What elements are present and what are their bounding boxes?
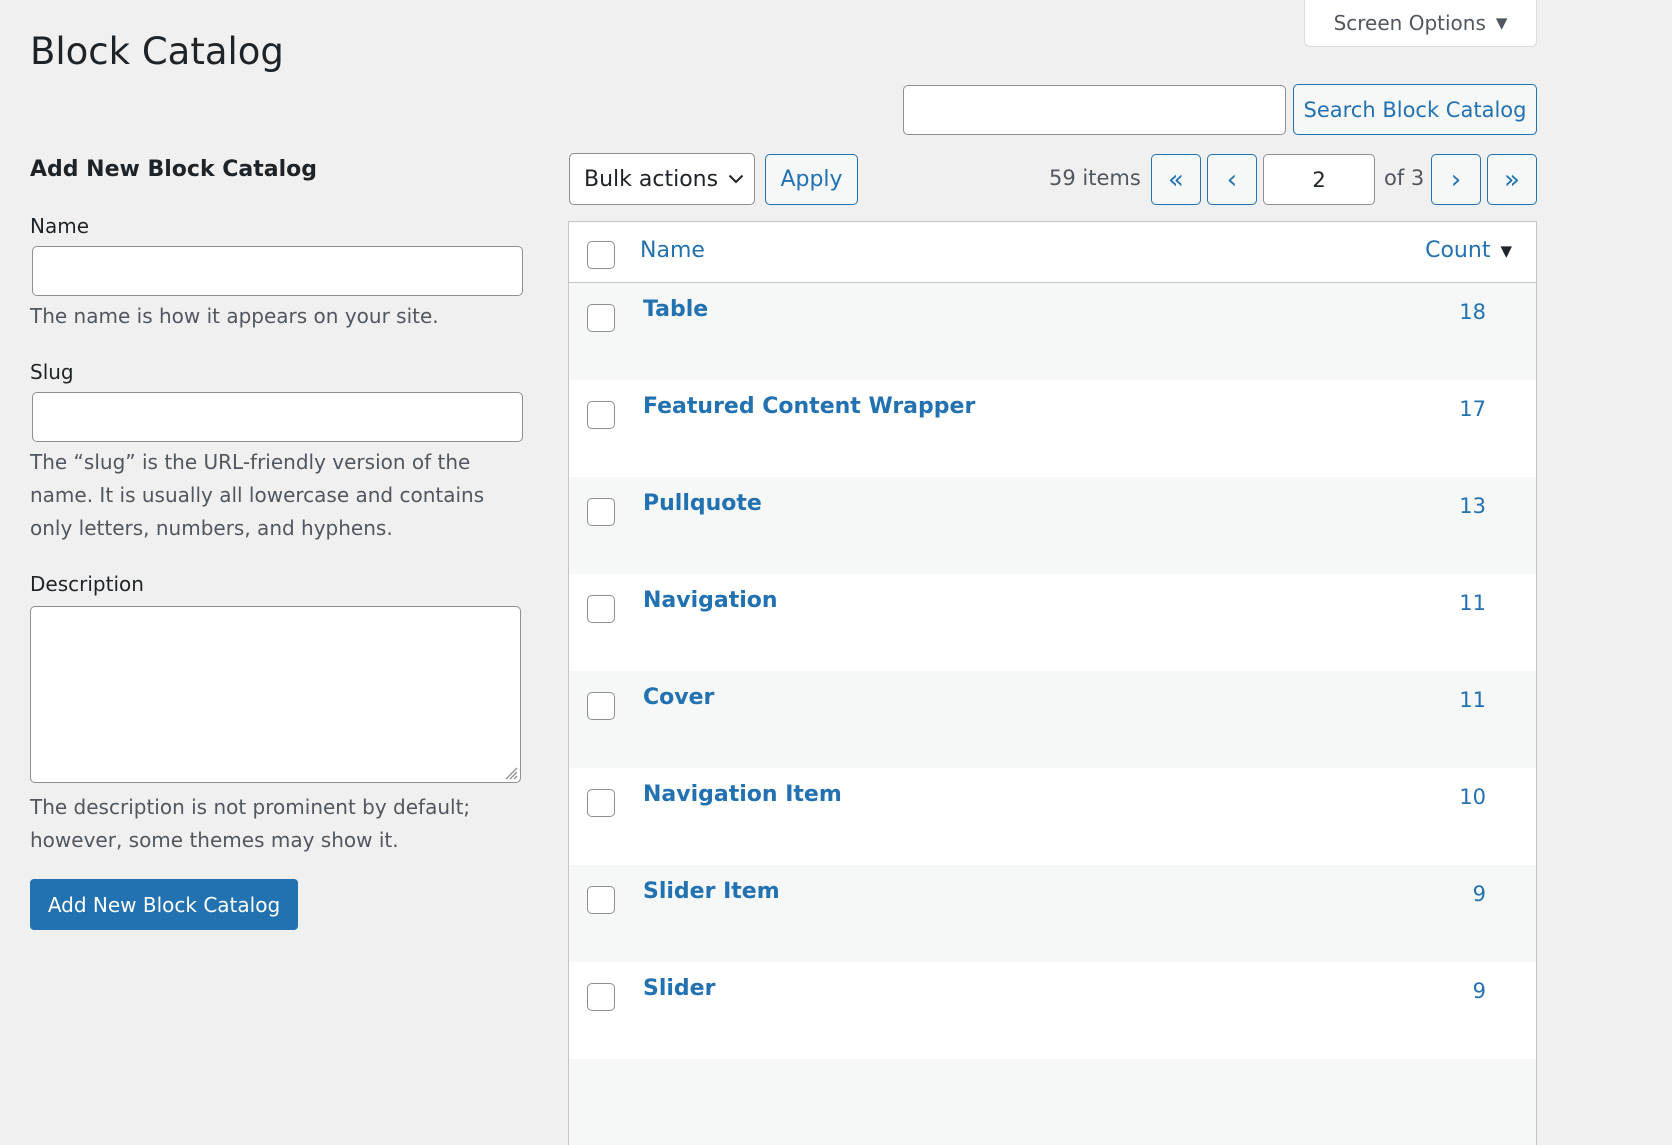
name-hint: The name is how it appears on your site.	[30, 304, 439, 328]
table-row: Pullquote 13	[569, 477, 1536, 574]
sort-desc-icon: ▼	[1500, 241, 1512, 260]
slug-label: Slug	[30, 360, 74, 384]
apply-button[interactable]: Apply	[765, 154, 858, 205]
row-checkbox[interactable]	[587, 498, 615, 526]
search-button[interactable]: Search Block Catalog	[1293, 84, 1537, 135]
column-header-name[interactable]: Name	[640, 238, 705, 263]
caret-down-icon: ▼	[1495, 14, 1508, 32]
slug-field[interactable]	[32, 392, 523, 442]
table-row: Featured Content Wrapper 17	[569, 380, 1536, 477]
table-row: Cover 11	[569, 671, 1536, 768]
row-count-link[interactable]: 9	[1473, 882, 1486, 906]
row-name-link[interactable]: Slider	[643, 976, 715, 1001]
row-name-link[interactable]: Featured Content Wrapper	[643, 394, 975, 419]
row-name-link[interactable]: Table	[643, 297, 708, 322]
screen-options-label: Screen Options	[1333, 11, 1486, 35]
row-count-link[interactable]: 18	[1459, 300, 1486, 324]
prev-page-button[interactable]: ‹	[1207, 154, 1257, 205]
chevron-down-icon	[728, 174, 744, 184]
form-heading: Add New Block Catalog	[30, 157, 318, 182]
block-catalog-table: Name Count ▼ Table 18 Featured Content W…	[568, 221, 1537, 1145]
table-row: Navigation Item 10	[569, 768, 1536, 865]
row-checkbox[interactable]	[587, 983, 615, 1011]
last-page-button[interactable]: »	[1487, 154, 1537, 205]
resize-handle-icon[interactable]	[502, 764, 518, 780]
description-hint: The description is not prominent by defa…	[30, 795, 471, 852]
table-row: Slider 9	[569, 962, 1536, 1059]
table-header: Name Count ▼	[569, 222, 1536, 283]
name-field[interactable]	[32, 246, 523, 296]
table-row: Slider Item 9	[569, 865, 1536, 962]
slug-hint: The “slug” is the URL-friendly version o…	[30, 450, 485, 540]
row-checkbox[interactable]	[587, 692, 615, 720]
row-checkbox[interactable]	[587, 304, 615, 332]
select-all-checkbox[interactable]	[587, 241, 615, 269]
items-count: 59 items	[1049, 166, 1141, 190]
name-label: Name	[30, 214, 90, 238]
table-row: Table 18	[569, 283, 1536, 380]
row-count-link[interactable]: 17	[1459, 397, 1486, 421]
row-count-link[interactable]: 13	[1459, 494, 1486, 518]
row-name-link[interactable]: Navigation	[643, 588, 778, 613]
row-name-link[interactable]: Navigation Item	[643, 782, 842, 807]
current-page-input[interactable]: 2	[1263, 154, 1375, 205]
row-count-link[interactable]: 11	[1459, 591, 1486, 615]
row-name-link[interactable]: Slider Item	[643, 879, 780, 904]
description-label: Description	[30, 572, 144, 596]
screen-options-button[interactable]: Screen Options ▼	[1304, 0, 1537, 47]
total-pages-label: of 3	[1384, 166, 1425, 190]
row-checkbox[interactable]	[587, 401, 615, 429]
bulk-actions-select[interactable]: Bulk actions	[569, 153, 755, 205]
row-checkbox[interactable]	[587, 886, 615, 914]
row-checkbox[interactable]	[587, 789, 615, 817]
row-count-link[interactable]: 10	[1459, 785, 1486, 809]
first-page-button[interactable]: «	[1151, 154, 1201, 205]
column-header-count[interactable]: Count ▼	[1425, 238, 1512, 263]
description-field[interactable]	[30, 606, 521, 783]
table-row-partial	[569, 1059, 1536, 1145]
row-name-link[interactable]: Cover	[643, 685, 714, 710]
column-header-count-label: Count	[1425, 238, 1491, 263]
next-page-button[interactable]: ›	[1431, 154, 1481, 205]
bulk-actions-label: Bulk actions	[584, 166, 719, 192]
search-input[interactable]	[903, 85, 1286, 135]
row-count-link[interactable]: 11	[1459, 688, 1486, 712]
row-count-link[interactable]: 9	[1473, 979, 1486, 1003]
row-name-link[interactable]: Pullquote	[643, 491, 762, 516]
table-row: Navigation 11	[569, 574, 1536, 671]
add-new-block-catalog-button[interactable]: Add New Block Catalog	[30, 879, 298, 930]
row-checkbox[interactable]	[587, 595, 615, 623]
page-title: Block Catalog	[30, 30, 284, 73]
